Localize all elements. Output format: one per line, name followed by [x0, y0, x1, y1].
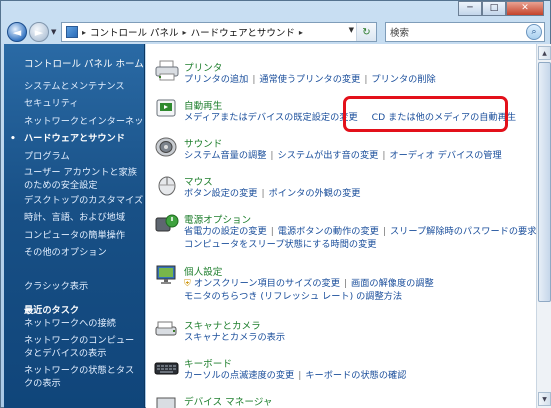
sidebar-home-link[interactable]: コントロール パネル ホーム: [24, 56, 144, 70]
printer-icon: [155, 60, 179, 81]
refresh-icon[interactable]: ↻: [356, 23, 376, 41]
category-title[interactable]: 自動再生: [184, 98, 222, 112]
category-title[interactable]: デバイス マネージャ: [184, 394, 272, 408]
sidebar-item-user-accounts[interactable]: ユーザー アカウントと家族のための安全設定: [24, 165, 142, 192]
link-media-defaults[interactable]: メディアまたはデバイスの既定設定の変更: [184, 112, 358, 123]
category-links: 省電力の設定の変更 | 電源ボタンの動作の変更 | スリープ解除時のパスワードの要求 コ…: [184, 226, 536, 250]
sidebar-item-system[interactable]: システムとメンテナンス: [24, 78, 144, 95]
chevron-right-icon[interactable]: ▸: [183, 28, 187, 37]
task-link[interactable]: ネットワークへの接続: [24, 317, 142, 330]
sidebar: コントロール パネル ホーム システムとメンテナンス セキュリティ ネットワーク…: [4, 44, 145, 408]
link-cursor-blink[interactable]: カーソルの点滅速度の変更: [184, 370, 294, 381]
caption-buttons: ─ □ ✕: [458, 1, 544, 16]
scroll-thumb[interactable]: [538, 62, 551, 302]
scroll-up-icon[interactable]: ▲: [538, 46, 551, 60]
link-sleep-time[interactable]: コンピュータをスリープ状態にする時間の変更: [184, 239, 376, 250]
keyboard-icon: [154, 362, 179, 375]
recent-pages-dropdown[interactable]: ▼: [51, 28, 56, 36]
sidebar-item-security[interactable]: セキュリティ: [24, 95, 144, 112]
recent-tasks-list: ネットワークへの接続 ネットワークのコンピュータとデバイスの表示 ネットワークの…: [24, 317, 142, 394]
sidebar-item-clock[interactable]: 時計、言語、および地域: [24, 209, 144, 226]
breadcrumb-hardware-sound[interactable]: ハードウェアとサウンド: [191, 25, 295, 39]
category-title[interactable]: サウンド: [184, 136, 222, 150]
link-default-printer[interactable]: 通常使うプリンタの変更: [259, 74, 360, 85]
link-keyboard-status[interactable]: キーボードの状態の確認: [305, 370, 406, 381]
link-resolution[interactable]: 画面の解像度の調整: [351, 278, 434, 289]
vertical-scrollbar[interactable]: ▲ ▼: [536, 44, 551, 408]
sidebar-item-network[interactable]: ネットワークとインターネット: [24, 113, 144, 130]
back-button[interactable]: ◄: [7, 22, 27, 42]
chevron-right-icon[interactable]: ▸: [82, 28, 86, 37]
chevron-right-icon[interactable]: ▸: [299, 28, 303, 37]
category-title[interactable]: 個人設定: [184, 264, 222, 278]
power-icon: [155, 214, 179, 232]
link-pointer-appearance[interactable]: ポインタの外観の変更: [269, 188, 361, 199]
forward-button[interactable]: ►: [29, 22, 49, 42]
device-manager-icon: [156, 397, 176, 408]
address-bar[interactable]: ▸ コントロール パネル ▸ ハードウェアとサウンド ▸ ▼ ↻: [61, 22, 377, 42]
scroll-down-icon[interactable]: ▼: [538, 392, 551, 406]
category-links: カーソルの点滅速度の変更 | キーボードの状態の確認: [184, 370, 407, 381]
category-title[interactable]: スキャナとカメラ: [184, 318, 261, 332]
link-onscreen-size[interactable]: オンスクリーン項目のサイズの変更: [194, 278, 340, 289]
close-button[interactable]: ✕: [506, 1, 544, 16]
search-icon[interactable]: ⌕: [526, 24, 542, 40]
highlight-annotation: [343, 96, 508, 132]
speaker-icon: [155, 137, 177, 157]
sidebar-item-hardware-sound[interactable]: ハードウェアとサウンド: [10, 130, 144, 148]
link-system-sounds[interactable]: システムが出す音の変更: [278, 150, 379, 161]
category-title[interactable]: マウス: [184, 174, 213, 188]
category-title[interactable]: プリンタ: [184, 60, 222, 74]
category-links: プリンタの追加 | 通常使うプリンタの変更 | プリンタの削除: [184, 74, 436, 85]
link-button-settings[interactable]: ボタン設定の変更: [184, 188, 258, 199]
control-panel-icon: [66, 26, 78, 38]
breadcrumb-control-panel[interactable]: コントロール パネル: [90, 25, 179, 39]
address-dropdown-icon[interactable]: ▼: [349, 26, 354, 34]
classic-view-link[interactable]: クラシック表示: [24, 278, 88, 292]
link-refresh-rate[interactable]: モニタのちらつき (リフレッシュ レート) の調整方法: [184, 291, 402, 302]
category-title[interactable]: 電源オプション: [184, 212, 251, 226]
shield-icon: ⛨: [184, 278, 191, 289]
sidebar-item-accessibility[interactable]: コンピュータの簡単操作: [24, 227, 144, 244]
sidebar-item-programs[interactable]: プログラム: [24, 148, 144, 165]
task-link[interactable]: ネットワークの状態とタスクの表示: [24, 364, 142, 390]
sidebar-category-list: システムとメンテナンス セキュリティ ネットワークとインターネット ハードウェア…: [10, 78, 144, 262]
task-link[interactable]: ネットワークのコンピュータとデバイスの表示: [24, 334, 142, 360]
link-remove-printer[interactable]: プリンタの削除: [371, 74, 435, 85]
maximize-button[interactable]: □: [482, 1, 506, 16]
scanner-icon: [155, 321, 177, 336]
search-placeholder: 検索: [390, 28, 410, 39]
link-wake-password[interactable]: スリープ解除時のパスワードの要求: [390, 226, 536, 237]
sidebar-item-desktop[interactable]: デスクトップのカスタマイズ: [24, 192, 144, 209]
link-power-button[interactable]: 電源ボタンの動作の変更: [278, 226, 379, 237]
link-add-printer[interactable]: プリンタの追加: [184, 74, 248, 85]
mouse-icon: [158, 176, 176, 196]
category-links: スキャナとカメラの表示: [184, 331, 536, 344]
link-scanners-cameras[interactable]: スキャナとカメラの表示: [184, 332, 285, 343]
category-links: ⛨ オンスクリーン項目のサイズの変更 | 画面の解像度の調整 モニタのちらつき (リ…: [184, 278, 434, 302]
display-icon: [156, 265, 176, 284]
category-links: システム音量の調整 | システムが出す音の変更 | オーディオ デバイスの管理: [184, 150, 502, 161]
category-title[interactable]: キーボード: [184, 356, 232, 370]
link-audio-devices[interactable]: オーディオ デバイスの管理: [389, 150, 501, 161]
category-links: ボタン設定の変更 | ポインタの外観の変更: [184, 188, 361, 199]
recent-tasks-heading: 最近のタスク: [24, 305, 80, 316]
minimize-button[interactable]: ─: [458, 1, 482, 16]
toolbar: ◄ ► ▼ ▸ コントロール パネル ▸ ハードウェアとサウンド ▸ ▼ ↻ 検…: [5, 19, 548, 45]
link-volume[interactable]: システム音量の調整: [184, 150, 266, 161]
link-power-plan[interactable]: 省電力の設定の変更: [184, 226, 267, 237]
search-input[interactable]: 検索 ⌕: [385, 22, 545, 42]
sidebar-item-other[interactable]: その他のオプション: [24, 244, 144, 261]
autoplay-icon: [156, 99, 176, 117]
